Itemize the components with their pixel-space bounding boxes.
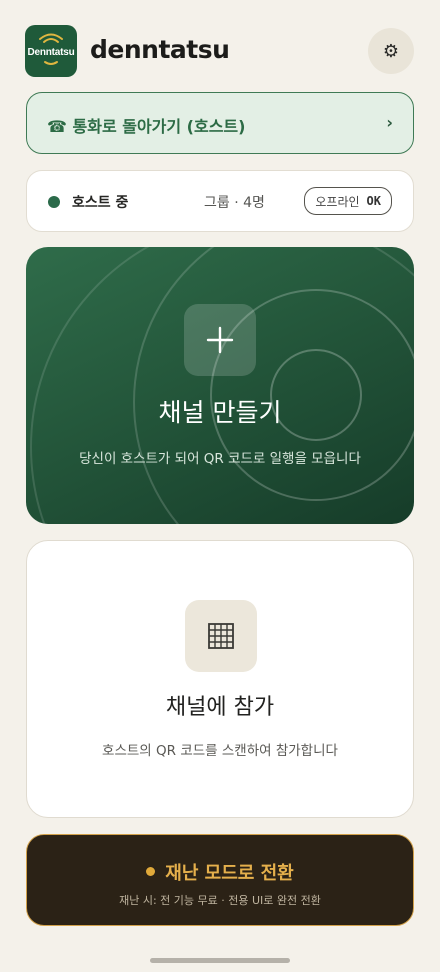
disaster-mode-subtitle: 재난 시: 전 기능 무료 · 전용 UI로 완전 전환 bbox=[119, 894, 321, 907]
offline-label: 오프라인 bbox=[315, 194, 360, 209]
offline-value: OK bbox=[366, 194, 381, 208]
return-to-call-button[interactable]: ☎ 통화로 돌아가기 (호스트) › bbox=[26, 92, 414, 154]
app-title: denntatsu bbox=[90, 35, 230, 64]
join-channel-subtitle: 호스트의 QR 코드를 스캔하여 참가합니다 bbox=[102, 743, 338, 759]
join-channel-card[interactable]: 채널에 참가 호스트의 QR 코드를 스캔하여 참가합니다 bbox=[26, 540, 414, 818]
home-indicator[interactable] bbox=[150, 958, 290, 963]
host-status-text: 호스트 중 bbox=[72, 195, 129, 211]
disaster-mode-title: 재난 모드로 전환 bbox=[165, 863, 294, 884]
create-channel-card[interactable]: 채널 만들기 당신이 호스트가 되어 QR 코드로 일행을 모읍니다 bbox=[26, 247, 414, 524]
qr-grid-icon bbox=[185, 600, 257, 672]
warning-dot-icon bbox=[146, 867, 156, 876]
disaster-mode-title-row: 재난 모드로 전환 bbox=[27, 859, 413, 885]
disaster-mode-button[interactable]: 재난 모드로 전환 재난 시: 전 기능 무료 · 전용 UI로 완전 전환 bbox=[26, 834, 414, 926]
join-channel-title: 채널에 참가 bbox=[165, 695, 275, 720]
gear-icon: ⚙ bbox=[382, 40, 400, 62]
group-count-text: 그룹 · 4명 bbox=[204, 195, 265, 211]
status-indicator-dot bbox=[48, 196, 60, 208]
app-logo: Denntatsu bbox=[25, 25, 77, 77]
plus-icon bbox=[184, 304, 256, 376]
logo-text: Denntatsu bbox=[27, 47, 75, 58]
create-channel-subtitle: 당신이 호스트가 되어 QR 코드로 일행을 모읍니다 bbox=[79, 451, 361, 467]
status-card: 호스트 중 그룹 · 4명 오프라인 OK bbox=[26, 170, 414, 232]
chevron-right-icon: › bbox=[386, 113, 393, 132]
header: Denntatsu denntatsu ⚙ bbox=[25, 25, 414, 77]
offline-status-badge: 오프라인 OK bbox=[304, 187, 392, 215]
create-channel-title: 채널 만들기 bbox=[158, 398, 282, 427]
ripple-rings-decoration bbox=[30, 247, 414, 524]
settings-button[interactable]: ⚙ bbox=[368, 28, 414, 74]
return-to-call-label: ☎ 통화로 돌아가기 (호스트) bbox=[47, 117, 246, 136]
